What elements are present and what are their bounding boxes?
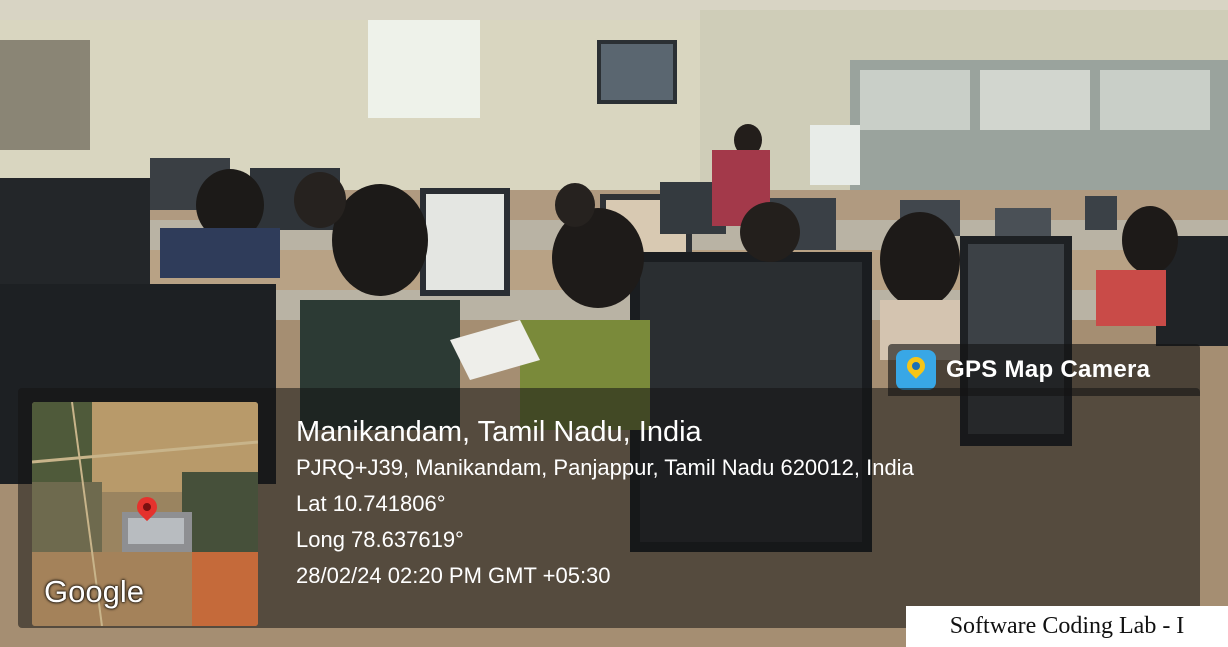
longitude: Long 78.637619° <box>296 527 464 552</box>
place-name: Manikandam, Tamil Nadu, India <box>296 416 702 448</box>
app-name: GPS Map Camera <box>946 356 1151 383</box>
latitude: Lat 10.741806° <box>296 491 446 516</box>
gps-map-camera-icon <box>896 350 936 390</box>
google-logo: Google <box>44 574 144 609</box>
address: PJRQ+J39, Manikandam, Panjappur, Tamil N… <box>296 455 914 480</box>
photo-caption: Software Coding Lab - I <box>906 606 1228 647</box>
location-info: Manikandam, Tamil Nadu, India PJRQ+J39, … <box>296 414 914 594</box>
satellite-minimap: Google <box>32 402 258 626</box>
timestamp: 28/02/24 02:20 PM GMT +05:30 <box>296 563 611 588</box>
